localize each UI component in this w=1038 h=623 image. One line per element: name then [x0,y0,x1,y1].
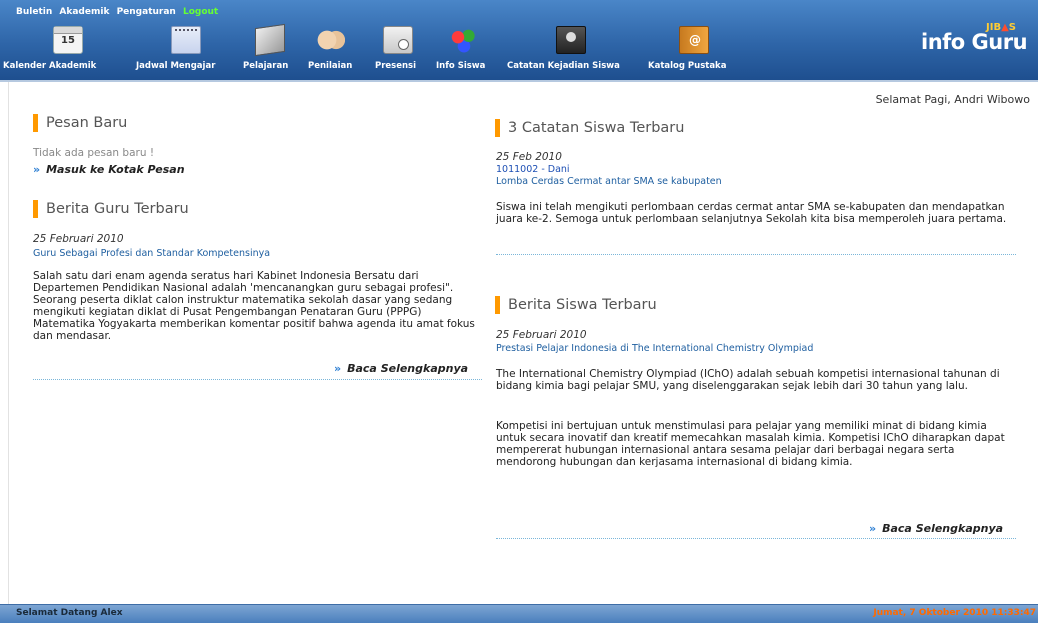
section-title: 3 Catatan Siswa Terbaru [508,120,685,136]
greeting-text: Selamat Pagi, Andri Wibowo [875,93,1030,106]
person-icon [556,26,586,54]
nav-label: Presensi [375,61,417,71]
nav-label: Pelajaran [243,61,289,71]
section-title: Berita Guru Terbaru [46,201,189,217]
calendar-icon: 15 [53,26,83,54]
section-marker [33,114,38,132]
double-chevron-icon: » [33,163,41,176]
menu-pengaturan[interactable]: Pengaturan [117,7,176,17]
datetime-text: Jumat, 7 Oktober 2010 11:33:47 [873,608,1036,618]
nav-presensi[interactable]: Presensi [370,20,428,76]
no-messages-text: Tidak ada pesan baru ! [33,147,155,159]
nav-label: Kalender Akademik [3,61,97,71]
nav-label: Penilaian [308,61,353,71]
nav-info-siswa[interactable]: Info Siswa [431,20,495,76]
info-guru-logo: info Guru [921,30,1028,54]
berita-siswa-read-more-link[interactable]: » Baca Selengkapnya [869,522,1003,535]
section-marker [33,200,38,218]
berita-guru-headline-link[interactable]: Guru Sebagai Profesi dan Standar Kompete… [33,248,270,259]
inbox-link[interactable]: » Masuk ke Kotak Pesan [33,163,185,176]
logo-reflection [921,55,1031,61]
nav-label: Jadwal Mengajar [136,61,216,71]
app-header: Buletin Akademik Pengaturan Logout 15 Ka… [0,0,1038,80]
catatan-siswa-header: 3 Catatan Siswa Terbaru [495,119,684,137]
folder-icon [255,23,285,57]
menu-akademik[interactable]: Akademik [59,7,109,17]
berita-guru-body: Salah satu dari enam agenda seratus hari… [33,270,475,342]
section-marker [495,119,500,137]
nav-label: Katalog Pustaka [648,61,727,71]
berita-siswa-body-1: The International Chemistry Olympiad (IC… [496,368,1000,392]
berita-siswa-header: Berita Siswa Terbaru [495,296,657,314]
section-divider [496,254,1016,255]
main-nav: 15 Kalender Akademik Jadwal Mengajar Pel… [0,20,800,76]
section-title: Pesan Baru [46,115,128,131]
catatan-body: Siswa ini telah mengikuti perlombaan cer… [496,201,1007,225]
nav-penilaian[interactable]: Penilaian [300,20,364,76]
nav-katalog-pustaka[interactable]: Katalog Pustaka [646,20,742,76]
catatan-student-link[interactable]: 1011002 - Dani [496,164,570,175]
section-divider [33,379,482,380]
book-icon [679,26,709,54]
catatan-date: 25 Feb 2010 [496,151,562,163]
nav-jadwal-mengajar[interactable]: Jadwal Mengajar [131,20,235,76]
welcome-text: Selamat Datang Alex [16,608,123,618]
top-menu: Buletin Akademik Pengaturan Logout [16,7,222,17]
section-title: Berita Siswa Terbaru [508,297,657,313]
handshake-icon [315,26,345,54]
berita-siswa-date: 25 Februari 2010 [496,329,587,341]
section-divider [496,538,1016,539]
berita-guru-header: Berita Guru Terbaru [33,200,189,218]
berita-siswa-body-2: Kompetisi ini bertujuan untuk menstimula… [496,420,1005,468]
nav-kalender-akademik[interactable]: 15 Kalender Akademik [0,20,126,76]
pesan-baru-header: Pesan Baru [33,114,127,132]
menu-buletin[interactable]: Buletin [16,7,52,17]
berita-guru-date: 25 Februari 2010 [33,233,124,245]
nav-catatan-kejadian-siswa[interactable]: Catatan Kejadian Siswa [505,20,641,76]
double-chevron-icon: » [334,362,342,375]
catatan-event-link[interactable]: Lomba Cerdas Cermat antar SMA se kabupat… [496,176,722,187]
berita-siswa-headline-link[interactable]: Prestasi Pelajar Indonesia di The Intern… [496,343,813,354]
nav-pelajaran[interactable]: Pelajaran [238,20,298,76]
main-content: Selamat Pagi, Andri Wibowo Pesan Baru Ti… [8,82,1038,604]
section-marker [495,296,500,314]
nav-label: Info Siswa [436,61,486,71]
notepad-icon [171,26,201,54]
nav-label: Catatan Kejadian Siswa [507,61,620,71]
status-bar: Selamat Datang Alex Jumat, 7 Oktober 201… [0,604,1038,623]
people-icon [449,26,479,54]
logout-link[interactable]: Logout [183,7,218,17]
berita-guru-read-more-link[interactable]: » Baca Selengkapnya [334,362,468,375]
double-chevron-icon: » [869,522,877,535]
calendar-day: 15 [61,35,75,46]
clock-icon [383,26,413,54]
